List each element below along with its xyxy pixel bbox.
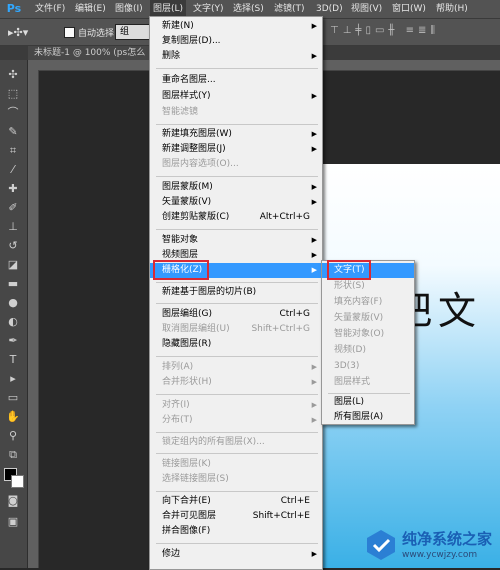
menu-item-combine-shapes[interactable]: 合并形状(H) ▶ bbox=[150, 375, 322, 390]
menu-item-select-linked-layers[interactable]: 选择链接图层(S) bbox=[150, 472, 322, 487]
annotation-box-rasterize bbox=[153, 260, 209, 280]
auto-select-value: 组 bbox=[120, 27, 130, 37]
menu-item-align[interactable]: 对齐(I) ▶ bbox=[150, 398, 322, 413]
move-tool-preset-icon[interactable]: ▸✣▾ bbox=[8, 26, 28, 39]
clone-stamp-icon[interactable]: ⊥ bbox=[5, 220, 21, 234]
submenu-item-3d[interactable]: 3D(3) bbox=[322, 359, 414, 374]
menu-item-new-fill-layer[interactable]: 新建填充图层(W) ▶ bbox=[150, 127, 322, 142]
crop-tool-icon[interactable]: ⌗ bbox=[5, 144, 21, 158]
menu-item-lock-all-layers-in-group[interactable]: 锁定组内的所有图层(X)... bbox=[150, 435, 322, 450]
menu-item-distribute[interactable]: 分布(T) ▶ bbox=[150, 413, 322, 428]
gradient-tool-icon[interactable]: ▬ bbox=[5, 277, 21, 291]
quick-select-tool-icon[interactable]: ✎ bbox=[5, 125, 21, 139]
path-select-icon[interactable]: ▸ bbox=[5, 372, 21, 386]
photoshop-logo: Ps bbox=[6, 2, 22, 15]
menu-item-matting[interactable]: 修边 ▶ bbox=[150, 547, 322, 562]
zoom-tool-icon[interactable]: ⚲ bbox=[5, 429, 21, 443]
pen-tool-icon[interactable]: ✒ bbox=[5, 334, 21, 348]
document-tab[interactable]: 未标题-1 @ 100% (ps怎么 bbox=[28, 46, 152, 60]
menu-item-new[interactable]: 新建(N) ▶ bbox=[150, 19, 322, 34]
menu-item-hide-layers[interactable]: 隐藏图层(R) bbox=[150, 337, 322, 352]
submenu-item-video[interactable]: 视频(D) bbox=[322, 343, 414, 358]
rasterize-submenu: 文字(T) 形状(S) 填充内容(F) 矢量蒙版(V) 智能对象(O) 视频(D… bbox=[321, 260, 415, 425]
eraser-tool-icon[interactable]: ◪ bbox=[5, 258, 21, 272]
menu-image[interactable]: 图像(I) bbox=[115, 0, 143, 18]
menu-item-vector-mask[interactable]: 矢量蒙版(V) ▶ bbox=[150, 195, 322, 210]
auto-select-label: 自动选择: bbox=[78, 29, 118, 39]
layer-menu-dropdown: 新建(N) ▶ 复制图层(D)... 删除 ▶ 重命名图层... 图层样式(Y) ▶ … bbox=[149, 16, 323, 570]
menu-item-ungroup-layers[interactable]: 取消图层编组(U) Shift+Ctrl+G bbox=[150, 322, 322, 337]
dodge-tool-icon[interactable]: ◐ bbox=[5, 315, 21, 329]
submenu-item-vector-mask[interactable]: 矢量蒙版(V) bbox=[322, 311, 414, 326]
lasso-tool-icon[interactable]: ⌒ bbox=[5, 106, 21, 120]
menu-item-flatten-image[interactable]: 拼合图像(F) bbox=[150, 524, 322, 539]
menu-item-layer-mask[interactable]: 图层蒙版(M) ▶ bbox=[150, 180, 322, 195]
shape-tool-icon[interactable]: ▭ bbox=[5, 391, 21, 405]
watermark: 纯净系统之家 www.ycwjzy.com bbox=[362, 522, 500, 568]
menu-view[interactable]: 视图(V) bbox=[351, 0, 382, 18]
menu-window[interactable]: 窗口(W) bbox=[392, 0, 426, 18]
watermark-logo-icon bbox=[367, 530, 395, 560]
default-colors-icon[interactable]: ⧉ bbox=[5, 448, 21, 462]
menu-item-layer-style[interactable]: 图层样式(Y) ▶ bbox=[150, 89, 322, 104]
menu-item-group-layers[interactable]: 图层编组(G) Ctrl+G bbox=[150, 307, 322, 322]
menu-item-merge-down[interactable]: 向下合并(E) Ctrl+E bbox=[150, 494, 322, 509]
hand-tool-icon[interactable]: ✋ bbox=[5, 410, 21, 424]
menu-item-rename-layer[interactable]: 重命名图层... bbox=[150, 73, 322, 88]
move-tool-icon[interactable]: ✣ bbox=[5, 68, 21, 82]
auto-select-dropdown[interactable]: 组 bbox=[115, 24, 151, 40]
marquee-tool-icon[interactable]: ⬚ bbox=[5, 87, 21, 101]
submenu-item-all-layers[interactable]: 所有图层(A) bbox=[322, 410, 414, 425]
watermark-title: 纯净系统之家 bbox=[402, 530, 493, 548]
menu-edit[interactable]: 编辑(E) bbox=[75, 0, 106, 18]
menu-file[interactable]: 文件(F) bbox=[35, 0, 65, 18]
menu-item-arrange[interactable]: 排列(A) ▶ bbox=[150, 360, 322, 375]
quick-mask-icon[interactable]: ◙ bbox=[5, 494, 21, 508]
history-brush-icon[interactable]: ↺ bbox=[5, 239, 21, 253]
background-color-swatch[interactable] bbox=[11, 475, 24, 488]
eyedropper-tool-icon[interactable]: ⁄ bbox=[5, 163, 21, 177]
type-tool-icon[interactable]: T bbox=[5, 353, 21, 367]
toolbox: ✣ ⬚ ⌒ ✎ ⌗ ⁄ ✚ ✐ ⊥ ↺ ◪ ▬ ● ◐ ✒ T ▸ ▭ ✋ ⚲ … bbox=[0, 60, 28, 568]
menu-help[interactable]: 帮助(H) bbox=[436, 0, 468, 18]
menu-item-layer-content-options[interactable]: 图层内容选项(O)... bbox=[150, 157, 322, 172]
menu-item-merge-visible[interactable]: 合并可见图层 Shift+Ctrl+E bbox=[150, 509, 322, 524]
submenu-item-smart-object[interactable]: 智能对象(O) bbox=[322, 327, 414, 342]
menu-item-delete[interactable]: 删除 ▶ bbox=[150, 49, 322, 64]
menu-item-smart-object[interactable]: 智能对象 ▶ bbox=[150, 233, 322, 248]
menu-item-link-layers[interactable]: 链接图层(K) bbox=[150, 457, 322, 472]
watermark-url: www.ycwjzy.com bbox=[402, 550, 478, 560]
menu-item-duplicate-layer[interactable]: 复制图层(D)... bbox=[150, 34, 322, 49]
menu-item-smart-filter[interactable]: 智能滤镜 bbox=[150, 105, 322, 120]
menu-item-new-layer-based-slice[interactable]: 新建基于图层的切片(B) bbox=[150, 285, 322, 300]
submenu-item-fill-content[interactable]: 填充内容(F) bbox=[322, 295, 414, 310]
align-distribute-icons[interactable]: ⊤⊥╪▯▭╫ ≡≣⫼ bbox=[330, 25, 439, 36]
screen-mode-icon[interactable]: ▣ bbox=[5, 515, 21, 529]
vertical-ruler bbox=[28, 70, 39, 568]
submenu-item-shape[interactable]: 形状(S) bbox=[322, 279, 414, 294]
blur-tool-icon[interactable]: ● bbox=[5, 296, 21, 310]
auto-select-checkbox[interactable] bbox=[64, 27, 75, 38]
submenu-item-layer[interactable]: 图层(L) bbox=[322, 395, 414, 410]
menu-item-new-adjustment-layer[interactable]: 新建调整图层(J) ▶ bbox=[150, 142, 322, 157]
healing-brush-icon[interactable]: ✚ bbox=[5, 182, 21, 196]
submenu-item-layer-style[interactable]: 图层样式 bbox=[322, 375, 414, 390]
brush-tool-icon[interactable]: ✐ bbox=[5, 201, 21, 215]
menu-item-create-clipping-mask[interactable]: 创建剪贴蒙版(C) Alt+Ctrl+G bbox=[150, 210, 322, 225]
annotation-box-type bbox=[327, 260, 371, 280]
